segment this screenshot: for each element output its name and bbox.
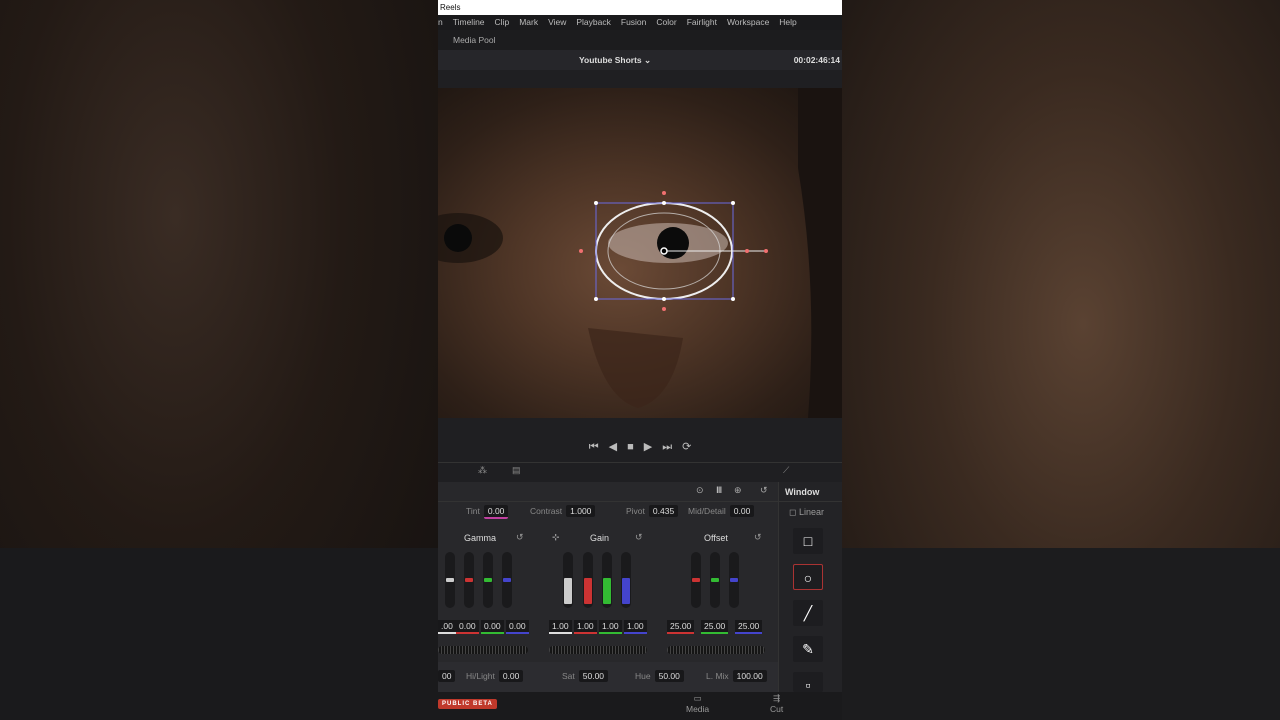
public-beta-badge: PUBLIC BETA — [438, 699, 497, 709]
menu-help[interactable]: Help — [779, 15, 796, 30]
offset-b-value[interactable]: 25.00 — [735, 620, 763, 634]
blurred-background-right — [842, 0, 1280, 720]
loop-icon[interactable]: ⟳ — [682, 437, 691, 457]
zoom-icon[interactable]: ⊕ — [734, 485, 742, 496]
play-icon[interactable]: ▶ — [644, 437, 652, 457]
sat-field[interactable]: Sat 50.00 — [562, 670, 609, 682]
timeline-selector[interactable]: Youtube Shorts ⌄ — [579, 50, 651, 70]
contrast-field[interactable]: Contrast 1.000 — [530, 505, 596, 517]
mid-detail-field[interactable]: Mid/Detail 0.00 — [688, 505, 755, 517]
lum-mix-value[interactable]: 00 — [438, 670, 456, 682]
transport-controls: ⏮ ◀ ■ ▶ ⏭ ⟳ — [438, 437, 842, 457]
gain-g-value[interactable]: 1.00 — [599, 620, 622, 634]
offset-g-slider[interactable] — [710, 552, 720, 608]
offset-b-slider[interactable] — [729, 552, 739, 608]
gradient-window-icon[interactable]: ▫ — [793, 672, 823, 693]
bars-icon[interactable]: Ⅲ — [716, 485, 722, 496]
gamma-r-slider[interactable] — [464, 552, 474, 608]
cut-page-button[interactable]: ⇶ Cut — [770, 693, 783, 714]
menu-view[interactable]: View — [548, 15, 566, 30]
offset-reset-icon[interactable]: ↺ — [754, 532, 762, 543]
curve-pen-icon[interactable]: ✎ — [793, 636, 823, 662]
menu-color[interactable]: Color — [656, 15, 676, 30]
target-icon[interactable]: ⊙ — [696, 485, 704, 496]
media-pool-button[interactable]: Media Pool — [438, 30, 842, 50]
gamma-r-value[interactable]: 0.00 — [456, 620, 479, 634]
menu-timeline[interactable]: Timeline — [453, 15, 485, 30]
menu-workspace[interactable]: Workspace — [727, 15, 769, 30]
gamma-g-slider[interactable] — [483, 552, 493, 608]
gamma-b-slider[interactable] — [502, 552, 512, 608]
cut-icon: ⇶ — [773, 693, 781, 703]
offset-g-value[interactable]: 25.00 — [701, 620, 729, 634]
gamma-b-value[interactable]: 0.00 — [506, 620, 529, 634]
circle-window-icon[interactable]: ○ — [793, 564, 823, 590]
gamma-reset-icon[interactable]: ↺ — [516, 532, 524, 543]
window-title: Window — [779, 482, 842, 502]
color-tools-bar: ⁂ ▤ ⟋ — [438, 462, 842, 482]
viewer-frame — [438, 88, 842, 418]
offset-r-value[interactable]: 25.00 — [667, 620, 695, 634]
page-nav-bar: PUBLIC BETA ▭ Media ⇶ Cut — [438, 692, 842, 720]
gamma-y-value[interactable]: .00 — [438, 620, 456, 634]
gain-y-slider[interactable] — [563, 552, 573, 608]
skip-to-end-icon[interactable]: ⏭ — [662, 437, 672, 457]
gain-y-value[interactable]: 1.00 — [549, 620, 572, 634]
gain-r-slider[interactable] — [583, 552, 593, 608]
media-pool-label: Media Pool — [453, 35, 496, 45]
timecode: 00:02:46:14 — [793, 55, 840, 65]
video-viewer[interactable] — [438, 88, 842, 418]
davinci-resolve-window: Reels n Timeline Clip Mark View Playback… — [438, 0, 842, 720]
tint-field[interactable]: Tint 0.00 — [466, 505, 509, 519]
media-page-button[interactable]: ▭ Media — [686, 693, 709, 714]
polygon-window-icon[interactable]: ╱ — [793, 600, 823, 626]
play-reverse-icon[interactable]: ◀ — [609, 437, 617, 457]
gain-r-value[interactable]: 1.00 — [574, 620, 597, 634]
reset-all-icon[interactable]: ↺ — [760, 485, 768, 496]
linear-window-button[interactable]: ◻ Linear — [779, 502, 842, 522]
gain-b-slider[interactable] — [621, 552, 631, 608]
menu-playback[interactable]: Playback — [576, 15, 611, 30]
gain-g-slider[interactable] — [602, 552, 612, 608]
square-window-icon[interactable]: □ — [793, 528, 823, 554]
blurred-background-left — [0, 0, 438, 720]
gain-b-value[interactable]: 1.00 — [624, 620, 647, 634]
menu-fusion[interactable]: Fusion — [621, 15, 647, 30]
menu-mark[interactable]: Mark — [519, 15, 538, 30]
gamma-label: Gamma — [464, 533, 497, 543]
gain-master-wheel[interactable] — [549, 646, 647, 654]
menu-fairlight[interactable]: Fairlight — [687, 15, 717, 30]
menu-item[interactable]: n — [438, 15, 443, 30]
gain-label: Gain — [590, 533, 610, 543]
menu-bar: n Timeline Clip Mark View Playback Fusio… — [438, 15, 842, 30]
clips-icon[interactable]: ▤ — [512, 465, 521, 476]
window-panel: Window ◻ Linear □ ○ ╱ ✎ ▫ — [778, 482, 842, 693]
media-icon: ▭ — [693, 693, 702, 703]
primaries-panel: ⊙ Ⅲ ⊕ ↺ Tint 0.00 Contrast 1.000 Pivot 0.43… — [438, 482, 778, 692]
timeline-name: Youtube Shorts — [579, 55, 642, 65]
offset-r-slider[interactable] — [691, 552, 701, 608]
gamma-g-value[interactable]: 0.00 — [481, 620, 504, 634]
picker-icon[interactable]: ⊹ — [552, 532, 560, 543]
gamma-y-slider[interactable] — [445, 552, 455, 608]
l-mix-field[interactable]: L. Mix 100.00 — [706, 670, 767, 682]
hue-field[interactable]: Hue 50.00 — [635, 670, 684, 682]
viewer-header: Youtube Shorts ⌄ 00:02:46:14 — [438, 50, 842, 70]
curves-icon[interactable]: ⟋ — [783, 465, 789, 476]
offset-label: Offset — [704, 533, 728, 543]
power-window-circle — [579, 191, 768, 311]
pivot-field[interactable]: Pivot 0.435 — [626, 505, 679, 517]
stop-icon[interactable]: ■ — [627, 437, 634, 457]
menu-clip[interactable]: Clip — [495, 15, 510, 30]
window-title: Reels — [438, 0, 842, 15]
offset-master-wheel[interactable] — [667, 646, 765, 654]
hi-light-field[interactable]: Hi/Light 0.00 — [466, 670, 524, 682]
nodes-icon[interactable]: ⁂ — [478, 465, 487, 476]
gain-reset-icon[interactable]: ↺ — [635, 532, 643, 543]
skip-to-start-icon[interactable]: ⏮ — [589, 437, 599, 457]
gamma-master-wheel[interactable] — [438, 646, 528, 654]
